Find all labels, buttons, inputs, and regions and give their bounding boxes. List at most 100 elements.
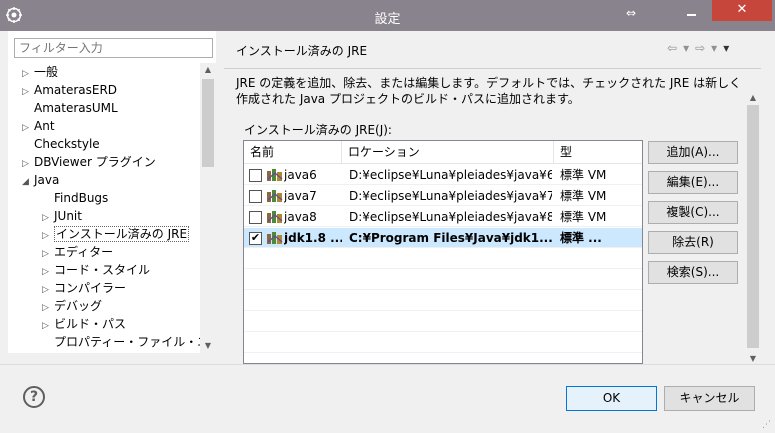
expand-arrow-icon[interactable]: ▷ [22, 84, 34, 101]
filter-input[interactable] [14, 38, 213, 58]
table-row[interactable]: java8 D:¥eclipse¥Luna¥pleiades¥java¥8 標準 V… [244, 207, 642, 227]
tree-item[interactable]: ◢ Java [22, 172, 59, 189]
forward-icon[interactable]: ⇨ [695, 41, 705, 55]
jre-location-cell: C:¥Program Files¥Java¥jdk1... [349, 231, 552, 245]
scroll-up-icon[interactable]: ▲ [745, 91, 761, 105]
tree-item-label: Ant [34, 119, 55, 133]
tree-item[interactable]: ▷ JUnit [42, 208, 82, 225]
jre-type-cell: 標準 VM [560, 210, 607, 224]
window-title: 設定 [374, 12, 401, 27]
expand-arrow-icon[interactable]: ▷ [42, 300, 54, 317]
expand-arrow-icon[interactable]: ▷ [42, 228, 54, 245]
tree-item[interactable]: ▷ 一般 [22, 64, 58, 81]
tree-item[interactable]: プロパティー・ファイル・エディター [42, 334, 200, 351]
tree-item-label: エディター [54, 245, 114, 259]
jre-type-cell: 標準 ... [560, 231, 602, 245]
tree-item-label: デバッグ [54, 299, 103, 313]
empty-row [244, 249, 642, 269]
expand-arrow-icon[interactable]: ▷ [42, 264, 54, 281]
tree-item[interactable]: ▷ インストール済みの JRE [42, 226, 190, 245]
jre-location-cell: D:¥eclipse¥Luna¥pleiades¥java¥7 [349, 189, 552, 203]
page-description: JRE の定義を追加、除去、または編集します。デフォルトでは、チェックされた J… [236, 76, 742, 106]
tree-item-label: Java [34, 173, 60, 187]
jre-location-cell: D:¥eclipse¥Luna¥pleiades¥java¥8 [349, 210, 552, 224]
view-menu-icon[interactable]: ▾ [723, 41, 729, 55]
jre-type-cell: 標準 VM [560, 168, 607, 182]
jre-name-cell: java8 [284, 210, 317, 224]
tree-item-label: 一般 [34, 65, 59, 79]
back-menu-icon[interactable]: ▾ [683, 41, 689, 55]
tree-item[interactable]: ▷ AmaterasERD [22, 82, 117, 99]
tree-item[interactable]: ▷ デバッグ [42, 298, 102, 315]
expand-arrow-icon[interactable]: ▷ [42, 318, 54, 335]
add-button[interactable]: 追加(A)... [648, 141, 738, 164]
page-scrollbar[interactable]: ▲ ▼ [745, 91, 761, 366]
tree-item-label: ビルド・パス [54, 317, 127, 331]
minimize-button[interactable] [678, 4, 704, 22]
jre-library-icon [267, 211, 283, 223]
ok-button[interactable]: OK [566, 386, 657, 411]
tree-item-label: JUnit [54, 209, 82, 223]
expand-arrow-icon[interactable]: ▷ [22, 120, 34, 137]
table-row[interactable]: java6 D:¥eclipse¥Luna¥pleiades¥java¥6 標準 V… [244, 165, 642, 185]
jre-name-cell: java7 [284, 189, 317, 203]
empty-row [244, 312, 642, 332]
jre-checkbox[interactable] [249, 190, 262, 203]
tree-item[interactable]: ▷ Ant [22, 118, 55, 135]
scroll-up-icon[interactable]: ▲ [200, 63, 216, 77]
jre-table: 名前 ロケーション 型 java6 D:¥eclipse¥Luna¥pleiade… [243, 140, 643, 364]
tree-scrollbar[interactable]: ▲ ▼ [200, 63, 216, 353]
table-row[interactable]: java7 D:¥eclipse¥Luna¥pleiades¥java¥7 標準 V… [244, 186, 642, 206]
tree-item[interactable]: ▷ DBViewer プラグイン [22, 154, 156, 171]
tree-item[interactable]: ▷ エディター [42, 244, 113, 261]
tree-item[interactable]: ▷ ビルド・パス [42, 316, 126, 333]
search-button[interactable]: 検索(S)... [648, 261, 738, 284]
help-icon[interactable]: ? [23, 386, 45, 408]
tree-item[interactable]: FindBugs [42, 190, 108, 207]
jre-type-cell: 標準 VM [560, 189, 607, 203]
tree-item-label: コンパイラー [54, 281, 127, 295]
tree-item-label: Checkstyle [34, 137, 100, 151]
jre-library-icon [267, 169, 283, 181]
installed-jre-label: インストール済みの JRE(J): [244, 123, 392, 137]
expand-arrow-icon[interactable]: ▷ [22, 66, 34, 83]
forward-menu-icon[interactable]: ▾ [711, 41, 717, 55]
back-icon[interactable]: ⇦ [667, 41, 677, 55]
tree-item[interactable]: ▷ コード・スタイル [42, 262, 150, 279]
expand-arrow-icon[interactable]: ▷ [42, 282, 54, 299]
jre-location-cell: D:¥eclipse¥Luna¥pleiades¥java¥6 [349, 168, 552, 182]
resize-grip-icon[interactable]: ⋰ [762, 420, 774, 432]
cancel-button[interactable]: キャンセル [664, 386, 755, 411]
expand-arrow-icon[interactable]: ▷ [42, 210, 54, 227]
close-button[interactable]: ✕ [712, 0, 772, 21]
tree-item[interactable]: Checkstyle [22, 136, 100, 153]
duplicate-button[interactable]: 複製(C)... [648, 201, 738, 224]
table-header: 名前 ロケーション 型 [244, 141, 642, 164]
jre-checkbox[interactable]: ✔ [249, 232, 262, 245]
remove-button[interactable]: 除去(R) [648, 231, 738, 254]
tree-item-label: DBViewer プラグイン [34, 155, 156, 169]
expand-arrow-icon[interactable]: ▷ [22, 156, 34, 173]
edit-button[interactable]: 編集(E)... [648, 171, 738, 194]
column-header-location[interactable]: ロケーション [342, 141, 554, 164]
table-row[interactable]: ✔ jdk1.8 ... C:¥Program Files¥Java¥jdk1...… [244, 228, 642, 248]
page-title: インストール済みの JRE [236, 44, 368, 58]
tree-item[interactable]: AmaterasUML [22, 100, 118, 117]
jre-checkbox[interactable] [249, 211, 262, 224]
jre-library-icon [267, 232, 283, 244]
jre-checkbox[interactable] [249, 169, 262, 182]
jre-name-cell: jdk1.8 ... [284, 231, 342, 245]
scroll-thumb[interactable] [747, 105, 759, 348]
column-header-type[interactable]: 型 [554, 141, 642, 164]
jre-library-icon [267, 190, 283, 202]
footer-divider [0, 364, 775, 365]
scroll-thumb[interactable] [202, 79, 214, 167]
empty-row [244, 291, 642, 311]
expand-arrow-icon[interactable]: ▷ [42, 246, 54, 263]
expand-arrow-icon[interactable]: ◢ [22, 174, 34, 191]
scroll-down-icon[interactable]: ▼ [200, 339, 216, 353]
column-header-name[interactable]: 名前 [244, 141, 342, 164]
move-icon[interactable]: ⇔ [626, 6, 636, 20]
title-bar: 設定 ⇔ ✕ [0, 0, 775, 31]
tree-item[interactable]: ▷ コンパイラー [42, 280, 126, 297]
